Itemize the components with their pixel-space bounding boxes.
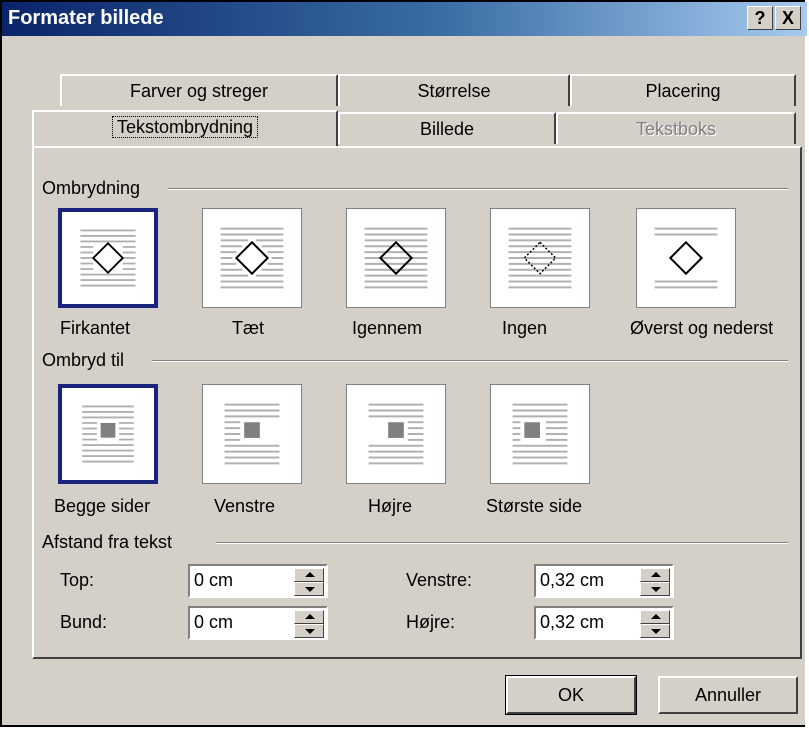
wrap-none-label: Ingen	[502, 318, 548, 338]
tab-label: Tekstombrydning	[111, 116, 259, 138]
spin-up-icon[interactable]	[640, 568, 670, 582]
wrap-through-label: Igennem	[352, 318, 423, 338]
group-divider	[216, 542, 788, 544]
distance-heading: Afstand fra tekst	[42, 532, 173, 552]
spin-down-icon[interactable]	[640, 582, 670, 596]
wrap-through-option[interactable]	[346, 208, 446, 308]
wrap-square-icon	[80, 229, 136, 287]
format-picture-dialog: Formater billede ? X Farver og streger S…	[0, 0, 807, 727]
distance-bottom-input[interactable]	[194, 612, 284, 633]
wrap-largest-side-icon	[512, 403, 568, 465]
tab-label: Placering	[645, 81, 721, 101]
wrap-tight-icon	[220, 227, 284, 289]
wrap-both-sides-label: Begge sider	[54, 496, 151, 516]
spin-up-icon[interactable]	[294, 568, 324, 582]
distance-top-field[interactable]	[188, 564, 328, 598]
cancel-button[interactable]: Annuller	[658, 676, 798, 714]
wrap-tight-option[interactable]	[202, 208, 302, 308]
group-divider	[152, 360, 788, 362]
spin-down-icon[interactable]	[640, 624, 670, 638]
distance-bottom-spinner[interactable]	[294, 610, 324, 638]
group-divider	[168, 188, 788, 190]
wrap-none-icon	[508, 227, 572, 289]
wrapping-heading: Ombrydning	[42, 178, 141, 198]
tab-tekstombrydning[interactable]: Tekstombrydning	[32, 110, 338, 148]
spin-up-icon[interactable]	[294, 610, 324, 624]
distance-top-spinner[interactable]	[294, 568, 324, 596]
tab-farver-og-streger[interactable]: Farver og streger	[60, 74, 338, 106]
spin-down-icon[interactable]	[294, 624, 324, 638]
distance-bottom-field[interactable]	[188, 606, 328, 640]
wrap-right-label: Højre	[368, 496, 412, 516]
distance-left-input[interactable]	[540, 570, 630, 591]
wrap-both-sides-icon	[82, 405, 134, 463]
wrap-right-icon	[368, 403, 424, 465]
distance-right-field[interactable]	[534, 606, 674, 640]
close-button[interactable]: X	[775, 6, 801, 30]
distance-top-label: Top:	[60, 570, 95, 590]
tab-label: Tekstboks	[635, 119, 717, 139]
wrap-both-sides-option[interactable]	[58, 384, 158, 484]
wrap-left-option[interactable]	[202, 384, 302, 484]
tab-tekstboks: Tekstboks	[556, 112, 796, 144]
tab-label: Billede	[419, 119, 475, 139]
wrap-tight-label: Tæt	[232, 318, 265, 338]
wrap-through-icon	[364, 227, 428, 289]
distance-left-label: Venstre:	[406, 570, 473, 590]
spin-up-icon[interactable]	[640, 610, 670, 624]
wrap-largest-side-option[interactable]	[490, 384, 590, 484]
spin-down-icon[interactable]	[294, 582, 324, 596]
tab-stoerrelse[interactable]: Størrelse	[338, 74, 570, 106]
ok-button[interactable]: OK	[505, 675, 637, 715]
wrap-right-option[interactable]	[346, 384, 446, 484]
distance-bottom-label: Bund:	[60, 612, 108, 632]
distance-right-label: Højre:	[406, 612, 455, 632]
wrap-left-label: Venstre	[214, 496, 276, 516]
wrap-square-label: Firkantet	[60, 318, 131, 338]
tab-billede[interactable]: Billede	[338, 112, 556, 144]
distance-left-field[interactable]	[534, 564, 674, 598]
wrap-top-bottom-option[interactable]	[636, 208, 736, 308]
wrap-top-bottom-label: Øverst og nederst	[630, 318, 774, 338]
tab-label: Farver og streger	[129, 81, 269, 101]
wrap-top-bottom-icon	[654, 227, 718, 289]
wrap-to-heading: Ombryd til	[42, 350, 125, 370]
title-bar: Formater billede ? X	[2, 2, 807, 36]
help-button[interactable]: ?	[747, 6, 773, 30]
wrap-largest-side-label: Største side	[486, 496, 583, 516]
wrap-none-option[interactable]	[490, 208, 590, 308]
distance-left-spinner[interactable]	[640, 568, 670, 596]
distance-right-input[interactable]	[540, 612, 630, 633]
dialog-title: Formater billede	[8, 7, 164, 29]
tab-label: Størrelse	[417, 81, 491, 101]
wrap-left-icon	[224, 403, 280, 465]
distance-right-spinner[interactable]	[640, 610, 670, 638]
tab-placering[interactable]: Placering	[570, 74, 796, 106]
distance-top-input[interactable]	[194, 570, 284, 591]
wrap-square-option[interactable]	[58, 208, 158, 308]
